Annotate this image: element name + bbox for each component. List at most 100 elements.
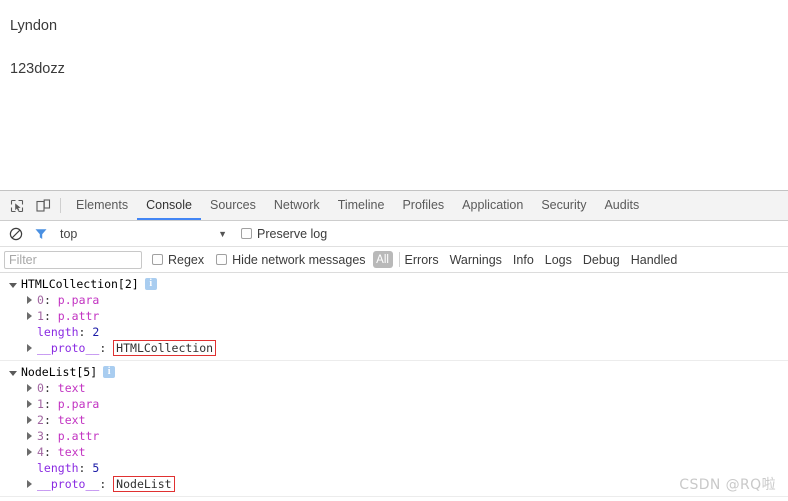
- tab-label: Application: [462, 197, 524, 212]
- level-filter-warnings[interactable]: Warnings: [450, 253, 502, 267]
- console-object-header[interactable]: HTMLCollection[2] i: [0, 276, 788, 292]
- property-separator: :: [43, 429, 58, 443]
- property-key: __proto__: [37, 477, 100, 491]
- level-filter-debug[interactable]: Debug: [583, 253, 620, 267]
- property-separator: :: [43, 445, 58, 459]
- console-property-row: length: 2: [0, 324, 788, 340]
- console-output[interactable]: HTMLCollection[2] i 0: p.para 1: p.attr leng…: [0, 273, 788, 499]
- expand-triangle-right-icon[interactable]: [27, 480, 32, 488]
- regex-checkbox[interactable]: [152, 254, 163, 265]
- page-viewport: Lyndon 123dozz: [0, 0, 788, 190]
- property-key: 4: [37, 445, 44, 459]
- expand-triangle-right-icon[interactable]: [27, 384, 32, 392]
- preserve-log-checkbox[interactable]: [241, 228, 252, 239]
- hide-network-messages-group[interactable]: Hide network messages: [216, 252, 366, 267]
- console-property-row[interactable]: __proto__: NodeList: [0, 476, 788, 492]
- expand-triangle-right-icon[interactable]: [27, 344, 32, 352]
- tab-elements[interactable]: Elements: [67, 191, 137, 220]
- hide-network-messages-label: Hide network messages: [232, 252, 366, 267]
- property-separator: :: [43, 381, 58, 395]
- level-filter-info[interactable]: Info: [513, 253, 534, 267]
- device-toolbar-icon[interactable]: [30, 191, 56, 220]
- console-property-row[interactable]: 3: p.attr: [0, 428, 788, 444]
- tab-label: Sources: [209, 197, 256, 212]
- tab-label: Profiles: [402, 197, 445, 212]
- tab-network[interactable]: Network: [265, 191, 329, 220]
- tab-audits[interactable]: Audits: [595, 191, 648, 220]
- property-key: length: [37, 461, 79, 475]
- expand-triangle-right-icon[interactable]: [27, 400, 32, 408]
- tab-label: Timeline: [337, 197, 385, 212]
- regex-label: Regex: [168, 252, 205, 267]
- expand-triangle-right-icon[interactable]: [27, 416, 32, 424]
- console-property-row[interactable]: 4: text: [0, 444, 788, 460]
- property-key: 0: [37, 293, 44, 307]
- filter-input[interactable]: [4, 250, 142, 269]
- expand-triangle-right-icon[interactable]: [27, 312, 32, 320]
- hide-network-messages-checkbox[interactable]: [216, 254, 228, 265]
- property-value-highlighted: NodeList: [113, 476, 175, 492]
- info-icon[interactable]: i: [103, 366, 116, 378]
- property-value: p.attr: [57, 429, 100, 443]
- console-context-toolbar: top ▼ Preserve log: [0, 221, 788, 247]
- console-property-row[interactable]: __proto__: HTMLCollection: [0, 340, 788, 356]
- tab-console[interactable]: Console: [137, 191, 201, 220]
- page-paragraph-1: Lyndon: [10, 18, 58, 34]
- level-divider: [398, 252, 400, 267]
- expand-triangle-right-icon[interactable]: [27, 448, 32, 456]
- expand-triangle-down-icon[interactable]: [9, 370, 17, 376]
- devtools-tabbar: Elements Console Sources Network Timelin…: [0, 191, 788, 221]
- tab-security[interactable]: Security: [532, 191, 595, 220]
- property-key: length: [37, 325, 79, 339]
- tab-timeline[interactable]: Timeline: [329, 191, 394, 220]
- level-filter-errors[interactable]: Errors: [405, 253, 439, 267]
- console-property-row[interactable]: 1: p.attr: [0, 308, 788, 324]
- tab-label: Console: [146, 197, 192, 212]
- property-value: 2: [92, 325, 100, 339]
- expand-triangle-right-icon[interactable]: [27, 432, 32, 440]
- level-filter-handled[interactable]: Handled: [631, 253, 678, 267]
- property-value-highlighted: HTMLCollection: [113, 340, 217, 356]
- execution-context-select[interactable]: top ▼: [60, 227, 235, 241]
- preserve-log-label: Preserve log: [257, 226, 328, 241]
- property-value: text: [57, 445, 86, 459]
- filter-funnel-icon[interactable]: [28, 222, 54, 246]
- property-key: 1: [37, 309, 44, 323]
- property-separator: :: [43, 309, 58, 323]
- console-property-row[interactable]: 1: p.para: [0, 396, 788, 412]
- chevron-down-icon: ▼: [218, 228, 227, 239]
- console-message: HTMLCollection[2] i 0: p.para 1: p.attr leng…: [0, 273, 788, 361]
- console-object-title: HTMLCollection[2]: [21, 277, 139, 291]
- property-separator: :: [99, 477, 114, 491]
- page-paragraph-2: 123dozz: [10, 61, 65, 78]
- property-separator: :: [43, 413, 58, 427]
- property-separator: :: [43, 397, 58, 411]
- console-property-row[interactable]: 2: text: [0, 412, 788, 428]
- console-object-header[interactable]: NodeList[5] i: [0, 364, 788, 380]
- clear-console-icon[interactable]: [4, 222, 28, 246]
- tab-sources[interactable]: Sources: [201, 191, 265, 220]
- property-key: 1: [37, 397, 44, 411]
- tab-profiles[interactable]: Profiles: [393, 191, 453, 220]
- property-separator: :: [78, 461, 93, 475]
- info-icon[interactable]: i: [144, 278, 157, 290]
- tab-label: Security: [541, 197, 587, 212]
- tab-application[interactable]: Application: [453, 191, 532, 220]
- property-value: text: [57, 413, 86, 427]
- property-value: p.attr: [57, 309, 100, 323]
- inspect-element-icon[interactable]: [4, 191, 30, 220]
- property-value: text: [57, 381, 86, 395]
- expand-triangle-down-icon[interactable]: [9, 282, 17, 288]
- property-key: 0: [37, 381, 44, 395]
- level-filter-logs[interactable]: Logs: [545, 253, 572, 267]
- property-key: 3: [37, 429, 44, 443]
- property-separator: :: [43, 293, 58, 307]
- execution-context-value: top: [60, 226, 78, 241]
- level-filter-all[interactable]: All: [372, 251, 393, 268]
- console-property-row: length: 5: [0, 460, 788, 476]
- console-property-row[interactable]: 0: text: [0, 380, 788, 396]
- regex-group[interactable]: Regex: [152, 253, 204, 267]
- console-property-row[interactable]: 0: p.para: [0, 292, 788, 308]
- preserve-log-group[interactable]: Preserve log: [241, 227, 327, 241]
- expand-triangle-right-icon[interactable]: [27, 296, 32, 304]
